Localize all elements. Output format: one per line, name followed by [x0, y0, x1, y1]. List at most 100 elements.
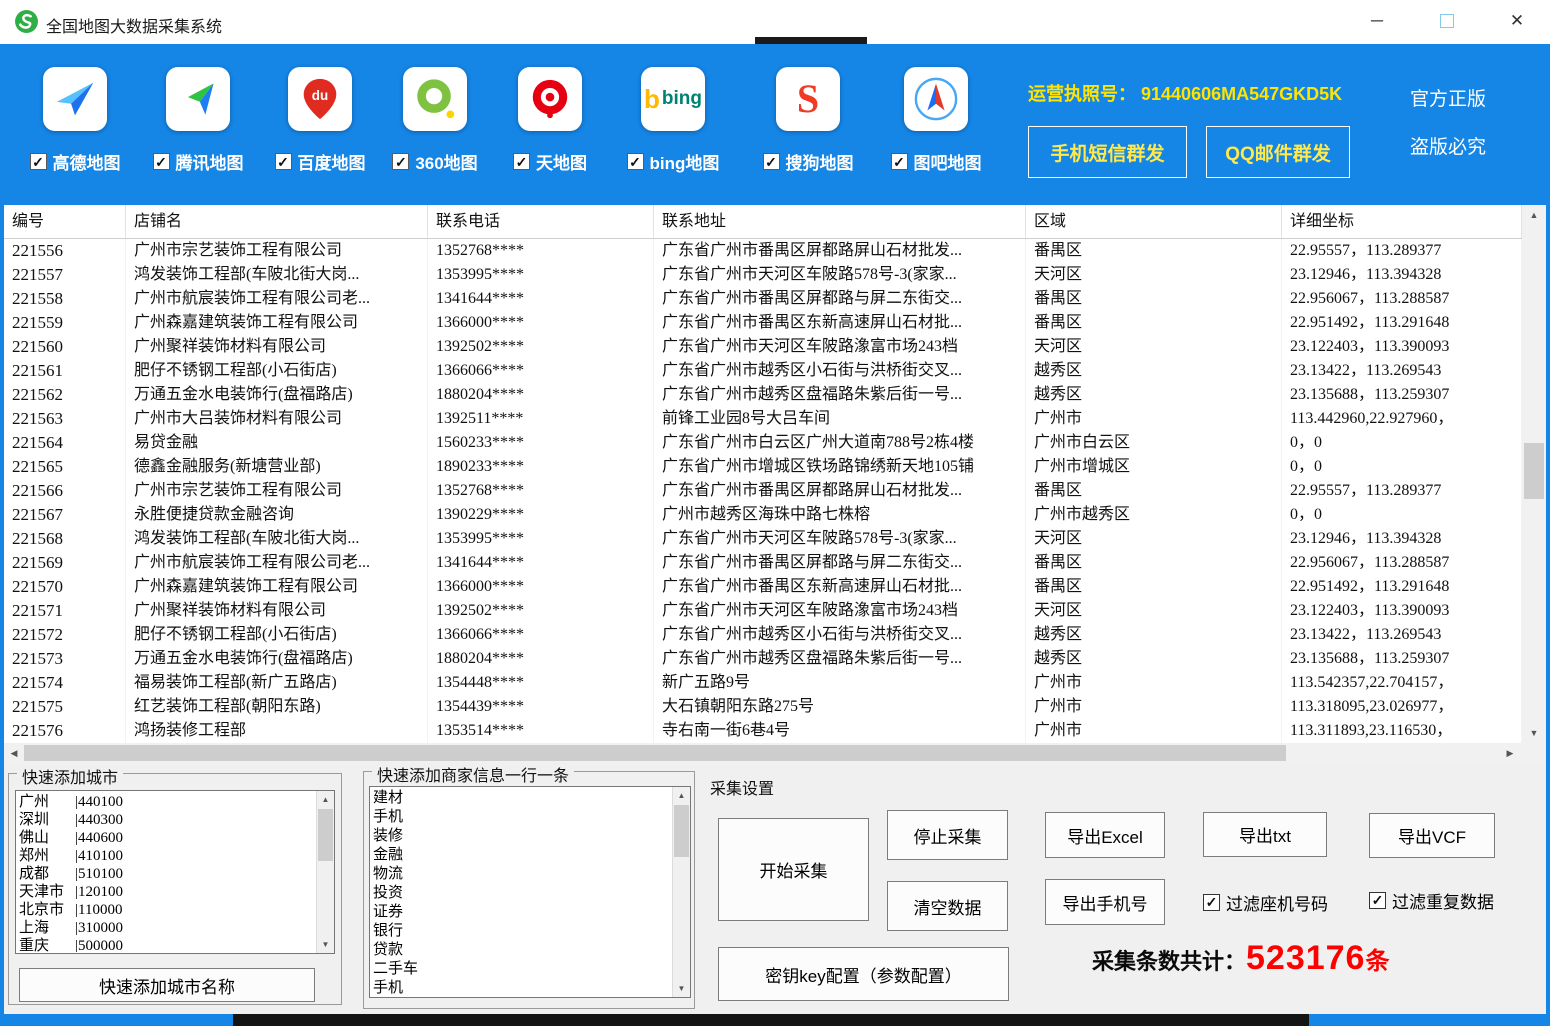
sms-broadcast-button[interactable]: 手机短信群发 — [1028, 126, 1187, 178]
column-header-coords[interactable]: 详细坐标 — [1282, 205, 1522, 238]
merchant-list-item[interactable]: 手机 — [373, 979, 670, 996]
table-row[interactable]: 221557 鸿发装饰工程部(车陂北街大岗... 1353995**** 广东省… — [4, 263, 1522, 287]
tianditu-checkbox[interactable] — [513, 153, 530, 170]
table-row[interactable]: 221573 万通五金水电装饰行(盘福路店) 1880204**** 广东省广州… — [4, 647, 1522, 671]
city-list-item[interactable]: 成都|510100 — [19, 865, 314, 883]
key-config-button[interactable]: 密钥key配置（参数配置） — [718, 947, 1009, 1001]
start-collection-button[interactable]: 开始采集 — [718, 818, 869, 921]
clear-data-button[interactable]: 清空数据 — [887, 881, 1008, 931]
merchant-list-item[interactable]: 手机 — [373, 808, 670, 827]
table-row[interactable]: 221556 广州市宗艺装饰工程有限公司 1352768**** 广东省广州市番… — [4, 239, 1522, 263]
merchant-list-item[interactable]: 物流 — [373, 865, 670, 884]
merchant-list-item[interactable]: 银行 — [373, 922, 670, 941]
table-row[interactable]: 221570 广州森嘉建筑装饰工程有限公司 1366000**** 广东省广州市… — [4, 575, 1522, 599]
table-row[interactable]: 221576 鸿扬装修工程部 1353514**** 寺右南一街6巷4号 广州市… — [4, 719, 1522, 743]
table-row[interactable]: 221564 易贷金融 1560233**** 广东省广州市白云区广州大道南78… — [4, 431, 1522, 455]
minimize-button[interactable]: ─ — [1354, 2, 1400, 40]
table-row[interactable]: 221575 红艺装饰工程部(朝阳东路) 1354439**** 大石镇朝阳东路… — [4, 695, 1522, 719]
merchant-list-item[interactable]: 金融 — [373, 846, 670, 865]
merchant-listbox[interactable]: 建材 手机 装修 金融 物流 投资 证券 银行 贷款 二手 — [369, 786, 691, 998]
table-row[interactable]: 221574 福易装饰工程部(新广五路店) 1354448**** 新广五路9号… — [4, 671, 1522, 695]
cell-shop: 广州森嘉建筑装饰工程有限公司 — [126, 575, 428, 599]
table-row[interactable]: 221561 肥仔不锈钢工程部(小石街店) 1366066**** 广东省广州市… — [4, 359, 1522, 383]
export-excel-button[interactable]: 导出Excel — [1045, 812, 1165, 858]
export-phone-button[interactable]: 导出手机号 — [1045, 879, 1165, 925]
360-map-checkbox[interactable] — [392, 153, 409, 170]
scroll-up-icon[interactable] — [1522, 205, 1546, 225]
column-header-id[interactable]: 编号 — [4, 205, 126, 238]
filter-landline-checkbox[interactable] — [1203, 894, 1220, 911]
city-list-item[interactable]: 深圳|440300 — [19, 811, 314, 829]
table-row[interactable]: 221567 永胜便捷贷款金融咨询 1390229**** 广州市越秀区海珠中路… — [4, 503, 1522, 527]
table-vertical-scrollbar[interactable] — [1522, 205, 1546, 743]
city-list-item[interactable]: 天津市|120100 — [19, 883, 314, 901]
map-source-bing: bbing bing地图 — [612, 67, 734, 174]
quick-add-city-button[interactable]: 快速添加城市名称 — [19, 968, 315, 1002]
merchant-list-scrollbar[interactable] — [672, 787, 690, 997]
cell-coords: 23.13422，113.269543 — [1282, 359, 1522, 383]
merchant-list-item[interactable]: 建材 — [373, 789, 670, 808]
city-list-scrollbar[interactable] — [316, 791, 334, 953]
city-list-item[interactable]: 佛山|440600 — [19, 829, 314, 847]
filter-duplicate-checkbox[interactable] — [1369, 892, 1386, 909]
city-scrollbar-thumb[interactable] — [318, 809, 333, 861]
cell-address: 广东省广州市越秀区盘福路朱紫后街一号... — [654, 383, 1026, 407]
scroll-down-icon[interactable] — [673, 980, 690, 997]
city-code: 510100 — [78, 865, 123, 883]
sogou-map-checkbox[interactable] — [763, 153, 780, 170]
column-header-shop[interactable]: 店铺名 — [126, 205, 428, 238]
close-button[interactable]: ✕ — [1494, 2, 1540, 40]
mapbar-checkbox[interactable] — [891, 153, 908, 170]
scroll-down-icon[interactable] — [1522, 723, 1546, 743]
qq-mail-broadcast-button[interactable]: QQ邮件群发 — [1206, 126, 1350, 178]
merchant-list-item[interactable]: 投资 — [373, 884, 670, 903]
export-txt-button[interactable]: 导出txt — [1203, 812, 1327, 857]
city-list-item[interactable]: 郑州|410100 — [19, 847, 314, 865]
table-row[interactable]: 221569 广州市航宸装饰工程有限公司老... 1341644**** 广东省… — [4, 551, 1522, 575]
table-row[interactable]: 221565 德鑫金融服务(新塘营业部) 1890233**** 广东省广州市增… — [4, 455, 1522, 479]
table-row[interactable]: 221571 广州聚祥装饰材料有限公司 1392502**** 广东省广州市天河… — [4, 599, 1522, 623]
city-list-item[interactable]: 北京市|110000 — [19, 901, 314, 919]
table-row[interactable]: 221558 广州市航宸装饰工程有限公司老... 1341644**** 广东省… — [4, 287, 1522, 311]
merchant-list-item[interactable]: 证券 — [373, 903, 670, 922]
scroll-right-icon[interactable] — [1500, 743, 1520, 763]
export-vcf-button[interactable]: 导出VCF — [1369, 813, 1495, 858]
filter-landline-checkbox-row[interactable]: 过滤座机号码 — [1203, 890, 1328, 915]
city-list-item[interactable]: 上海|310000 — [19, 919, 314, 937]
merchant-list-item[interactable]: 贷款 — [373, 941, 670, 960]
merchant-list-item[interactable]: 二手车 — [373, 960, 670, 979]
vertical-scrollbar-thumb[interactable] — [1524, 443, 1544, 499]
baidu-map-checkbox[interactable] — [275, 153, 292, 170]
maximize-button[interactable] — [1424, 2, 1470, 40]
merchant-scrollbar-thumb[interactable] — [674, 805, 689, 857]
cell-address: 广东省广州市越秀区小石街与洪桥街交叉... — [654, 623, 1026, 647]
table-row[interactable]: 221562 万通五金水电装饰行(盘福路店) 1880204**** 广东省广州… — [4, 383, 1522, 407]
amap-checkbox[interactable] — [30, 153, 47, 170]
bing-map-checkbox[interactable] — [627, 153, 644, 170]
column-header-phone[interactable]: 联系电话 — [428, 205, 654, 238]
city-listbox[interactable]: 广州|440100 深圳|440300 佛山|440600 郑州|410100 — [15, 790, 335, 954]
scroll-up-icon[interactable] — [317, 791, 334, 808]
merchant-list-item[interactable]: 装修 — [373, 827, 670, 846]
city-list-item[interactable]: 广州|440100 — [19, 793, 314, 811]
column-header-region[interactable]: 区域 — [1026, 205, 1282, 238]
city-code: 110000 — [78, 901, 122, 919]
column-header-address[interactable]: 联系地址 — [654, 205, 1026, 238]
stop-collection-button[interactable]: 停止采集 — [887, 810, 1008, 860]
cell-coords: 22.951492，113.291648 — [1282, 311, 1522, 335]
tencent-map-checkbox[interactable] — [153, 153, 170, 170]
filter-duplicate-checkbox-row[interactable]: 过滤重复数据 — [1369, 888, 1494, 913]
scroll-left-icon[interactable] — [4, 743, 24, 763]
table-row[interactable]: 221559 广州森嘉建筑装饰工程有限公司 1366000**** 广东省广州市… — [4, 311, 1522, 335]
cell-coords: 23.13422，113.269543 — [1282, 623, 1522, 647]
table-row[interactable]: 221572 肥仔不锈钢工程部(小石街店) 1366066**** 广东省广州市… — [4, 623, 1522, 647]
table-row[interactable]: 221566 广州市宗艺装饰工程有限公司 1352768**** 广东省广州市番… — [4, 479, 1522, 503]
city-list-item[interactable]: 重庆|500000 — [19, 937, 314, 952]
scroll-up-icon[interactable] — [673, 787, 690, 804]
scroll-down-icon[interactable] — [317, 936, 334, 953]
table-row[interactable]: 221568 鸿发装饰工程部(车陂北街大岗... 1353995**** 广东省… — [4, 527, 1522, 551]
table-row[interactable]: 221560 广州聚祥装饰材料有限公司 1392502**** 广东省广州市天河… — [4, 335, 1522, 359]
horizontal-scrollbar-thumb[interactable] — [24, 745, 1286, 761]
table-horizontal-scrollbar[interactable] — [4, 743, 1522, 763]
table-row[interactable]: 221563 广州市大吕装饰材料有限公司 1392511**** 前锋工业园8号… — [4, 407, 1522, 431]
